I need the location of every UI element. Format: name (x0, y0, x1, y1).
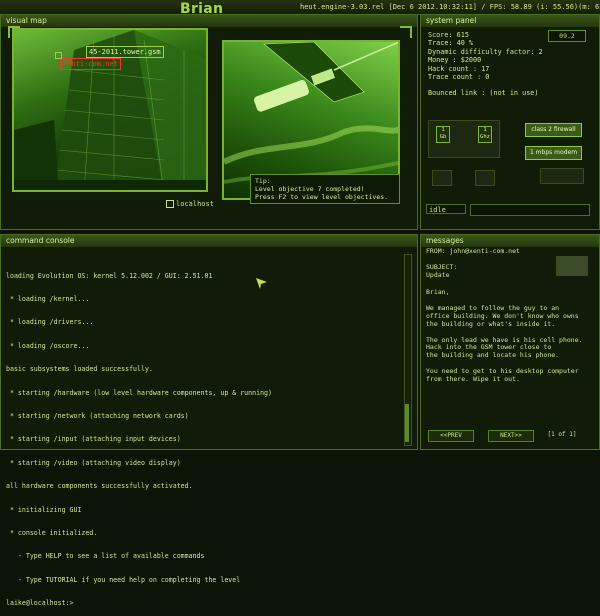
console-line: * initializing GUI (6, 505, 82, 514)
console-line: * starting /video (attaching video displ… (6, 458, 181, 467)
visual-map-header: visual map (1, 15, 417, 27)
console-line: * starting /network (attaching network c… (6, 411, 189, 420)
localhost-label: localhost (176, 200, 214, 208)
console-scroll-thumb[interactable] (405, 404, 409, 442)
engine-status: heut.engine-3.03.rel [Dec 6 2012.10:32:1… (300, 3, 600, 11)
stat-spacer (428, 81, 543, 89)
stat-trace-count: Trace count : 0 (428, 73, 490, 82)
console-line: loading Evolution OS: kernel 5.12.002 / … (6, 271, 213, 280)
message-body-line: the building and locate his phone. (426, 351, 560, 360)
console-line: * console initialized. (6, 528, 98, 537)
memory-slot[interactable]: 1 Gb (436, 126, 450, 143)
empty-slot[interactable] (432, 170, 452, 186)
tip-line: Press F2 to view level objectives. (255, 193, 389, 201)
message-body-line: Brian, (426, 288, 450, 297)
next-message-button[interactable]: NEXT>> (488, 430, 534, 442)
console-line: - Type HELP to see a list of available c… (6, 552, 205, 561)
stat-difficulty: Dynamic difficulty factor: 2 (428, 47, 543, 56)
status-bar (470, 204, 590, 216)
gsm-tower-label[interactable]: 45-2011.tower.gsm (86, 46, 164, 58)
version-box: 09.2 (548, 30, 586, 42)
tip-line: Level objective 7 completed! (255, 185, 365, 193)
stat-bounced-link: Bounced link : (not in use) (428, 89, 539, 98)
system-panel-header: system panel (421, 15, 599, 27)
frame-corner (400, 26, 412, 38)
modem-button[interactable]: 1 mbps modem (525, 146, 582, 160)
tip-box: Tip: Level objective 7 completed! Press … (250, 174, 400, 204)
console-header: command console (1, 235, 417, 247)
stat-score: Score: 615 (428, 31, 469, 39)
console-line: - Type TUTORIAL if you need help on comp… (6, 575, 241, 584)
cpu-slot[interactable]: 1 Ghz (478, 126, 492, 143)
localhost-link[interactable]: localhost (166, 200, 214, 208)
console-line: * starting /input (attaching input devic… (6, 435, 181, 444)
console-output[interactable]: loading Evolution OS: kernel 5.12.002 / … (6, 257, 272, 616)
message-from: FROM: john@xenti-com.net (426, 247, 520, 255)
console-line: * starting /hardware (low level hardware… (6, 388, 272, 397)
empty-slot[interactable] (475, 170, 495, 186)
console-line: basic subsystems loaded successfully. (6, 365, 153, 374)
console-line: * loading /drivers... (6, 318, 94, 327)
target-marker-icon[interactable] (55, 52, 62, 59)
message-body-line: the building or what's inside it. (426, 319, 556, 328)
prev-message-button[interactable]: <<PREV (428, 430, 474, 442)
stat-hack-count: Hack count : 17 (428, 64, 490, 73)
empty-slot[interactable] (540, 168, 584, 184)
console-line: * loading /oscore... (6, 341, 90, 350)
console-line: * loading /kernel... (6, 294, 90, 303)
mail-icon (556, 256, 588, 276)
tip-title: Tip: (255, 177, 271, 185)
console-line: all hardware components successfully act… (6, 482, 193, 491)
target-host-label[interactable]: xenti-com.net (60, 58, 121, 70)
stat-trace: Trace: 40 % (428, 39, 474, 48)
message-body-line: from there. Wipe it out. (426, 374, 520, 383)
computer-icon (166, 200, 174, 208)
firewall-button[interactable]: class 2 firewall (525, 123, 582, 137)
pointer-icon (256, 278, 267, 289)
console-prompt[interactable]: laike@localhost:> (6, 599, 272, 608)
messages-header: messages (421, 235, 599, 247)
system-stats: Score: 615 Trace: 40 % Dynamic difficult… (428, 31, 543, 98)
status-field: idle (426, 204, 466, 214)
stat-money: Money : $2000 (428, 56, 482, 65)
message-page-indicator: [1 of 1] (547, 431, 577, 438)
